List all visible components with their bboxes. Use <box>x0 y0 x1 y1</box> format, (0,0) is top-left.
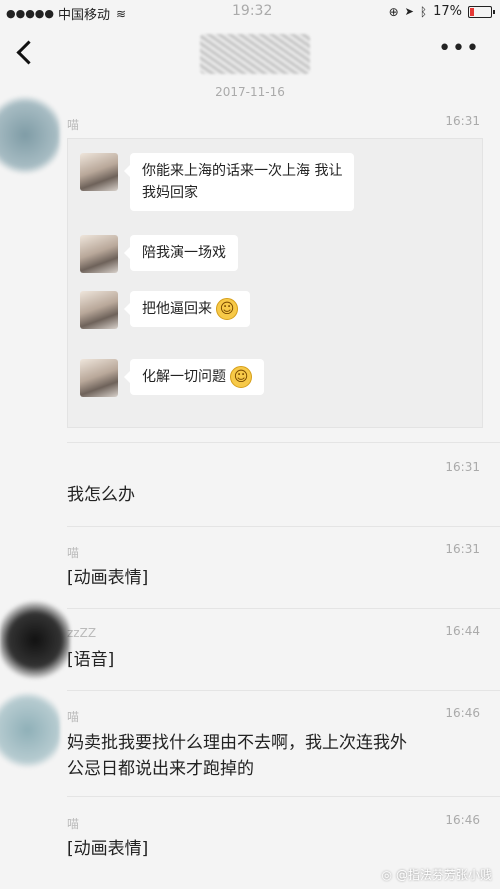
chat-record-card[interactable]: 你能来上海的话来一次上海 我让 我妈回家 陪我演一场戏 把他逼回来 ☺ 化解一切问… <box>67 138 483 428</box>
redacted-avatar <box>0 690 60 770</box>
weibo-watermark: ◎ @指法芬芳张小贱 <box>381 867 493 883</box>
avatar <box>80 153 118 191</box>
sender-name: 喵 <box>67 817 80 831</box>
redacted-avatar <box>0 95 60 175</box>
clock: 19:32 <box>232 3 273 19</box>
status-bar: ●●●●● 中国移动 ≋ 19:32 ⊕ ➤ ᛒ 17% <box>0 0 500 24</box>
sender-name: 喵 <box>67 710 80 724</box>
bluetooth-icon: ᛒ <box>419 4 428 19</box>
smiley-emoji-icon: ☺ <box>216 298 238 320</box>
animated-sticker-text[interactable]: [动画表情] <box>67 565 148 591</box>
record-row: 把他逼回来 ☺ <box>80 291 250 329</box>
back-button[interactable] <box>10 32 40 72</box>
more-button[interactable]: ••• <box>438 38 480 60</box>
message-text-line: 妈卖批我要找什么理由不去啊，我上次连我外 <box>67 733 407 753</box>
message-text: 我怎么办 <box>67 485 135 505</box>
record-row: 化解一切问题 ☺ <box>80 359 264 397</box>
divider <box>67 442 500 443</box>
record-bubble: 把他逼回来 ☺ <box>124 291 250 327</box>
weibo-logo-icon: ◎ <box>381 867 392 882</box>
sender-name: 喵 <box>67 118 80 132</box>
redacted-title <box>200 34 310 74</box>
voice-message-text[interactable]: [语音] <box>67 647 114 673</box>
record-bubble: 你能来上海的话来一次上海 我让 我妈回家 <box>123 153 355 211</box>
nav-bar: ••• <box>0 24 500 80</box>
carrier-label: 中国移动 <box>58 8 111 23</box>
message-text-line: 公忌日都说出来才跑掉的 <box>67 759 254 779</box>
smiley-emoji-icon: ☺ <box>230 366 252 388</box>
rotation-lock-icon: ⊕ <box>388 4 399 19</box>
battery-percent: 17% <box>433 4 462 19</box>
avatar <box>80 359 118 397</box>
message-time: 16:46 <box>445 813 480 827</box>
divider <box>67 690 500 691</box>
avatar <box>80 235 118 273</box>
message-time: 16:31 <box>445 114 480 128</box>
message-time: 16:44 <box>445 624 480 638</box>
signal-icon: ●●●●● <box>6 7 54 20</box>
wifi-icon: ≋ <box>116 6 127 21</box>
record-row: 陪我演一场戏 <box>80 235 238 273</box>
record-row: 你能来上海的话来一次上海 我让 我妈回家 <box>80 153 355 211</box>
divider <box>67 608 500 609</box>
message-time: 16:46 <box>445 706 480 720</box>
sender-name: 喵 <box>67 546 80 560</box>
battery-icon <box>468 5 495 18</box>
divider <box>67 526 500 527</box>
avatar <box>80 291 118 329</box>
date-label: 2017-11-16 <box>215 85 285 99</box>
record-bubble: 化解一切问题 ☺ <box>124 359 264 395</box>
animated-sticker-text[interactable]: [动画表情] <box>67 836 148 862</box>
sender-name: zzZZ <box>67 626 97 640</box>
redacted-avatar <box>0 600 70 680</box>
location-icon: ➤ <box>404 5 414 18</box>
message-time: 16:31 <box>445 542 480 556</box>
message-time: 16:31 <box>445 460 480 474</box>
divider <box>67 796 500 797</box>
record-bubble: 陪我演一场戏 <box>124 235 238 271</box>
